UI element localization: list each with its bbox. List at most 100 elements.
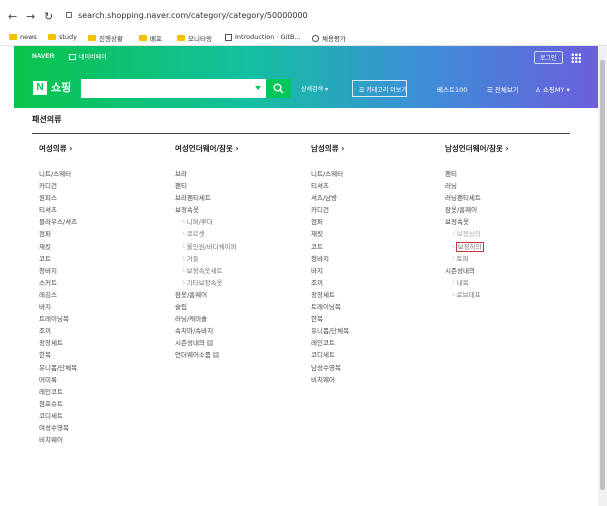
search-button[interactable] xyxy=(266,79,291,98)
scrollbar-thumb[interactable] xyxy=(600,60,605,490)
category-link[interactable]: 팬티 xyxy=(445,168,509,180)
expand-plus-icon[interactable]: + xyxy=(212,352,219,359)
subcategory-link[interactable]: 코르셋 xyxy=(175,228,239,240)
category-link[interactable]: 스커트 xyxy=(39,277,77,289)
naver-logo[interactable]: NAVER xyxy=(32,53,54,60)
column-heading[interactable]: 남성의류 › xyxy=(311,143,349,154)
category-link[interactable]: 팬티 xyxy=(175,180,239,192)
category-link[interactable]: 점프슈트 xyxy=(39,398,77,410)
category-link[interactable]: 조끼 xyxy=(39,325,77,337)
category-link[interactable]: 브라 xyxy=(175,168,239,180)
category-link[interactable]: 한복 xyxy=(311,313,349,325)
column-heading[interactable]: 여성의류 › xyxy=(39,143,77,154)
category-link[interactable]: 러닝 xyxy=(445,180,509,192)
subcategory-link[interactable]: 보정상의 xyxy=(445,228,509,240)
column-heading[interactable]: 여성언더웨어/잠옷 › xyxy=(175,143,239,154)
category-link[interactable]: 코디세트 xyxy=(39,410,77,422)
naver-pay-link[interactable]: 네이버페이 xyxy=(69,52,107,61)
best100-link[interactable]: 베스트100 xyxy=(437,84,467,94)
bookmark-monitoring[interactable]: 모니터링 xyxy=(177,33,212,43)
my-shopping-link[interactable]: ♙ 쇼핑MY ▾ xyxy=(535,84,570,94)
subcategory-link[interactable]: 토퍼 xyxy=(445,253,509,265)
category-link[interactable]: 점퍼 xyxy=(311,216,349,228)
category-label: 속치마/속바지 xyxy=(175,327,214,336)
subcategory-link[interactable]: 보정속옷세트 xyxy=(175,265,239,277)
all-services-link[interactable]: ☰ 전체보기 xyxy=(487,84,519,94)
category-link[interactable]: 잠옷/홈웨어 xyxy=(445,204,509,216)
category-link[interactable]: 티셔츠 xyxy=(39,204,77,216)
column-heading[interactable]: 남성언더웨어/잠옷 › xyxy=(445,143,509,154)
bookmark-study[interactable]: study xyxy=(48,33,77,41)
subcategory-link[interactable]: 기타보정속옷 xyxy=(175,277,239,289)
subcategory-link[interactable]: 니퍼/루더 xyxy=(175,216,239,228)
subcategory-link[interactable]: 보정하의 xyxy=(445,241,509,253)
apps-grid-icon[interactable] xyxy=(571,53,581,63)
bookmark-gitbook[interactable]: Introduction · GitB... xyxy=(225,33,301,41)
back-arrow-icon[interactable]: ← xyxy=(8,11,17,22)
category-link[interactable]: 셔츠/남방 xyxy=(311,192,349,204)
detail-search-button[interactable]: 상세검색 ▾ xyxy=(301,84,328,93)
category-link[interactable]: 재킷 xyxy=(311,228,349,240)
category-link[interactable]: 니트/스웨터 xyxy=(39,168,77,180)
category-link[interactable]: 유니폼/단체복 xyxy=(39,362,77,374)
subcategory-link[interactable]: 올인원/바디쉐이퍼 xyxy=(175,241,239,253)
category-link[interactable]: 정장세트 xyxy=(311,289,349,301)
category-link[interactable]: 조끼 xyxy=(311,277,349,289)
reload-icon[interactable]: ↻ xyxy=(44,11,53,22)
shopping-logo-icon[interactable]: N xyxy=(33,81,47,95)
category-link[interactable]: 러닝/캐미솔 xyxy=(175,313,239,325)
bookmark-hiring[interactable]: 채용평가 xyxy=(312,33,346,43)
category-link[interactable]: 원피스 xyxy=(39,192,77,204)
category-link[interactable]: 티셔츠 xyxy=(311,180,349,192)
category-link[interactable]: 시즌성내의 + xyxy=(175,337,239,349)
category-link[interactable]: 비치웨어 xyxy=(311,374,349,386)
category-link[interactable]: 정장세트 xyxy=(39,337,77,349)
category-link[interactable]: 카디건 xyxy=(311,204,349,216)
bookmark-news[interactable]: news xyxy=(9,33,37,41)
forward-arrow-icon[interactable]: → xyxy=(26,11,35,22)
category-link[interactable]: 카디건 xyxy=(39,180,77,192)
category-link[interactable]: 레인코트 xyxy=(311,337,349,349)
category-link[interactable]: 청바지 xyxy=(39,265,77,277)
category-link[interactable]: 유니폼/단체복 xyxy=(311,325,349,337)
category-link[interactable]: 레깅스 xyxy=(39,289,77,301)
category-link[interactable]: 러닝팬티세트 xyxy=(445,192,509,204)
category-link[interactable]: 바지 xyxy=(39,301,77,313)
expand-plus-icon[interactable]: + xyxy=(206,340,213,347)
category-link[interactable]: 언더웨어소품 + xyxy=(175,349,239,361)
category-link[interactable]: 보정속옷 xyxy=(175,204,239,216)
category-link[interactable]: 코트 xyxy=(311,241,349,253)
category-link[interactable]: 슬립 xyxy=(175,301,239,313)
category-link[interactable]: 속치마/속바지 xyxy=(175,325,239,337)
category-link[interactable]: 트레이닝복 xyxy=(39,313,77,325)
category-link[interactable]: 여성수영복 xyxy=(39,422,77,434)
login-button[interactable]: 로그인 xyxy=(534,51,563,64)
category-link[interactable]: 시즌성내의 xyxy=(445,265,509,277)
category-link[interactable]: 재킷 xyxy=(39,241,77,253)
subcategory-link[interactable]: 거들 xyxy=(175,253,239,265)
category-link[interactable]: 코트 xyxy=(39,253,77,265)
category-link[interactable]: 비치웨어 xyxy=(39,434,77,446)
category-link[interactable]: 니트/스웨터 xyxy=(311,168,349,180)
bookmark-deploy[interactable]: 배포 xyxy=(139,33,162,43)
category-link[interactable]: 레인코트 xyxy=(39,386,77,398)
bookmark-progress[interactable]: 진행상황 xyxy=(88,33,123,43)
category-link[interactable]: 블라우스/셔츠 xyxy=(39,216,77,228)
subcategory-link[interactable]: 로브데프 xyxy=(445,289,509,301)
subcategory-link[interactable]: 내복 xyxy=(445,277,509,289)
category-link[interactable]: 트레이닝복 xyxy=(311,301,349,313)
category-link[interactable]: 잠옷/홈웨어 xyxy=(175,289,239,301)
category-link[interactable]: 바지 xyxy=(311,265,349,277)
category-link[interactable]: 남성수영복 xyxy=(311,362,349,374)
category-more-button[interactable]: ☰ 카테고리 더보기 xyxy=(352,80,407,97)
category-link[interactable]: 점퍼 xyxy=(39,228,77,240)
search-dropdown-icon[interactable] xyxy=(255,86,261,90)
category-link[interactable]: 머미룩 xyxy=(39,374,77,386)
category-link[interactable]: 보정속옷 xyxy=(445,216,509,228)
shopping-title[interactable]: 쇼핑 xyxy=(51,81,71,95)
category-link[interactable]: 코디세트 xyxy=(311,349,349,361)
category-link[interactable]: 청바지 xyxy=(311,253,349,265)
search-input[interactable] xyxy=(81,79,266,98)
category-link[interactable]: 브라팬티세트 xyxy=(175,192,239,204)
category-link[interactable]: 한복 xyxy=(39,349,77,361)
